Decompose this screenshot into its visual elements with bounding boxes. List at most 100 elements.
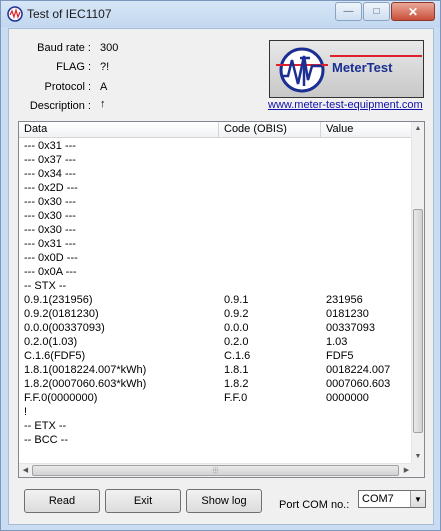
table-row[interactable]: --- 0x0A --- — [19, 265, 413, 279]
cell-value: 0181230 — [326, 308, 369, 320]
table-row[interactable]: --- 0x0D --- — [19, 251, 413, 265]
table-row[interactable]: --- 0x30 --- — [19, 195, 413, 209]
minimize-icon: — — [343, 6, 354, 17]
cell-data: --- 0x37 --- — [24, 154, 76, 166]
main-window: Test of IEC1107 — □ ✕ Baud rate : 300 FL… — [0, 0, 441, 531]
table-row[interactable]: 1.8.1(0018224.007*kWh) 1.8.1 0018224.007 — [19, 363, 413, 377]
cell-data: --- 0x30 --- — [24, 196, 76, 208]
cell-data: -- STX -- — [24, 280, 67, 292]
cell-code: C.1.6 — [224, 350, 251, 362]
port-com-select[interactable]: COM7 ▼ — [358, 490, 426, 508]
flag-value: ?! — [100, 61, 110, 73]
maximize-button[interactable]: □ — [363, 2, 390, 21]
chevron-down-icon[interactable]: ▼ — [410, 491, 425, 507]
cell-data: ! — [24, 406, 28, 418]
table-row[interactable]: --- 0x31 --- — [19, 139, 413, 153]
metertest-logo-icon — [276, 47, 328, 93]
table-row[interactable]: 0.0.0(00337093) 0.0.0 00337093 — [19, 321, 413, 335]
scroll-down-icon[interactable]: ▼ — [412, 450, 424, 463]
cell-data: 0.2.0(1.03) — [24, 336, 78, 348]
table-row[interactable]: ! — [19, 405, 413, 419]
show-log-button[interactable]: Show log — [186, 489, 262, 513]
cell-code: 1.8.2 — [224, 378, 249, 390]
scroll-left-icon[interactable]: ◀ — [19, 464, 32, 477]
close-icon: ✕ — [407, 4, 419, 19]
website-link[interactable]: www.meter-test-equipment.com — [268, 99, 423, 111]
cell-value: 0018224.007 — [326, 364, 391, 376]
cell-data: 1.8.2(0007060.603*kWh) — [24, 378, 147, 390]
table-row[interactable]: --- 0x2D --- — [19, 181, 413, 195]
cell-code: 0.9.2 — [224, 308, 249, 320]
protocol-label: Protocol : — [44, 81, 91, 93]
data-listview[interactable]: Data Code (OBIS) Value --- 0x31 --- --- 0… — [18, 121, 425, 478]
window-title: Test of IEC1107 — [27, 7, 112, 21]
maximize-icon: □ — [373, 6, 380, 17]
table-row[interactable]: --- 0x34 --- — [19, 167, 413, 181]
cell-value: FDF5 — [326, 350, 354, 362]
cell-code: 0.9.1 — [224, 294, 249, 306]
cell-value: 0007060.603 — [326, 378, 391, 390]
table-row[interactable]: 0.2.0(1.03) 0.2.0 1.03 — [19, 335, 413, 349]
table-row[interactable]: 1.8.2(0007060.603*kWh) 1.8.2 0007060.603 — [19, 377, 413, 391]
cell-data: F.F.0(0000000) — [24, 392, 98, 404]
cell-value: 0000000 — [326, 392, 369, 404]
cell-code: 0.0.0 — [224, 322, 249, 334]
baud-rate-value: 300 — [100, 42, 119, 54]
table-row[interactable]: C.1.6(FDF5) C.1.6 FDF5 — [19, 349, 413, 363]
scroll-up-icon[interactable]: ▲ — [412, 122, 424, 135]
column-header-value[interactable]: Value — [321, 122, 413, 138]
cell-data: 0.0.0(00337093) — [24, 322, 105, 334]
cell-value: 231956 — [326, 294, 363, 306]
description-label: Description : — [29, 100, 91, 112]
table-row[interactable]: 0.9.1(231956) 0.9.1 231956 — [19, 293, 413, 307]
horizontal-scroll-thumb[interactable]: ⦙⦙⦙ — [32, 465, 399, 476]
table-row[interactable]: F.F.0(0000000) F.F.0 0000000 — [19, 391, 413, 405]
client-area: Baud rate : 300 FLAG : ?! Protocol : A D… — [8, 28, 434, 525]
description-value: ↑ — [100, 98, 106, 110]
port-com-label: Port COM no.: — [279, 499, 350, 511]
vertical-scrollbar[interactable]: ▲ ▼ — [411, 122, 424, 463]
cell-data: -- ETX -- — [24, 420, 67, 432]
cell-data: --- 0x30 --- — [24, 210, 76, 222]
column-header-code[interactable]: Code (OBIS) — [219, 122, 321, 138]
cell-value: 00337093 — [326, 322, 375, 334]
logo-stripe — [330, 55, 422, 57]
cell-data: --- 0x31 --- — [24, 140, 76, 152]
vertical-scroll-thumb[interactable] — [413, 209, 423, 433]
cell-data: 0.9.1(231956) — [24, 294, 93, 306]
cell-value: 1.03 — [326, 336, 348, 348]
cell-data: --- 0x34 --- — [24, 168, 76, 180]
table-row[interactable]: --- 0x31 --- — [19, 237, 413, 251]
table-row[interactable]: -- ETX -- — [19, 419, 413, 433]
table-row[interactable]: 0.9.2(0181230) 0.9.2 0181230 — [19, 307, 413, 321]
cell-code: 0.2.0 — [224, 336, 249, 348]
exit-button[interactable]: Exit — [105, 489, 181, 513]
title-bar[interactable]: Test of IEC1107 — □ ✕ — [1, 1, 440, 27]
cell-data: --- 0x31 --- — [24, 238, 76, 250]
close-button[interactable]: ✕ — [391, 2, 435, 21]
column-header-data[interactable]: Data — [19, 122, 219, 138]
cell-data: --- 0x0A --- — [24, 266, 77, 278]
minimize-button[interactable]: — — [335, 2, 362, 21]
metertest-logo: MeterTest — [269, 40, 424, 98]
table-row[interactable]: --- 0x37 --- — [19, 153, 413, 167]
scroll-corner — [411, 463, 424, 477]
cell-data: --- 0x2D --- — [24, 182, 78, 194]
cell-data: 1.8.1(0018224.007*kWh) — [24, 364, 147, 376]
baud-rate-label: Baud rate : — [37, 42, 91, 54]
read-button[interactable]: Read — [24, 489, 100, 513]
cell-data: --- 0x30 --- — [24, 224, 76, 236]
port-com-value: COM7 — [362, 493, 394, 505]
table-row[interactable]: -- BCC -- — [19, 433, 413, 447]
table-row[interactable]: --- 0x30 --- — [19, 223, 413, 237]
cell-code: F.F.0 — [224, 392, 248, 404]
cell-data: 0.9.2(0181230) — [24, 308, 99, 320]
cell-data: -- BCC -- — [24, 434, 68, 446]
table-row[interactable]: -- STX -- — [19, 279, 413, 293]
horizontal-scrollbar[interactable]: ◀ ⦙⦙⦙ ▶ — [19, 463, 413, 477]
protocol-value: A — [100, 81, 108, 93]
table-row[interactable]: --- 0x30 --- — [19, 209, 413, 223]
cell-code: 1.8.1 — [224, 364, 249, 376]
cell-data: --- 0x0D --- — [24, 252, 78, 264]
app-icon — [7, 6, 23, 22]
